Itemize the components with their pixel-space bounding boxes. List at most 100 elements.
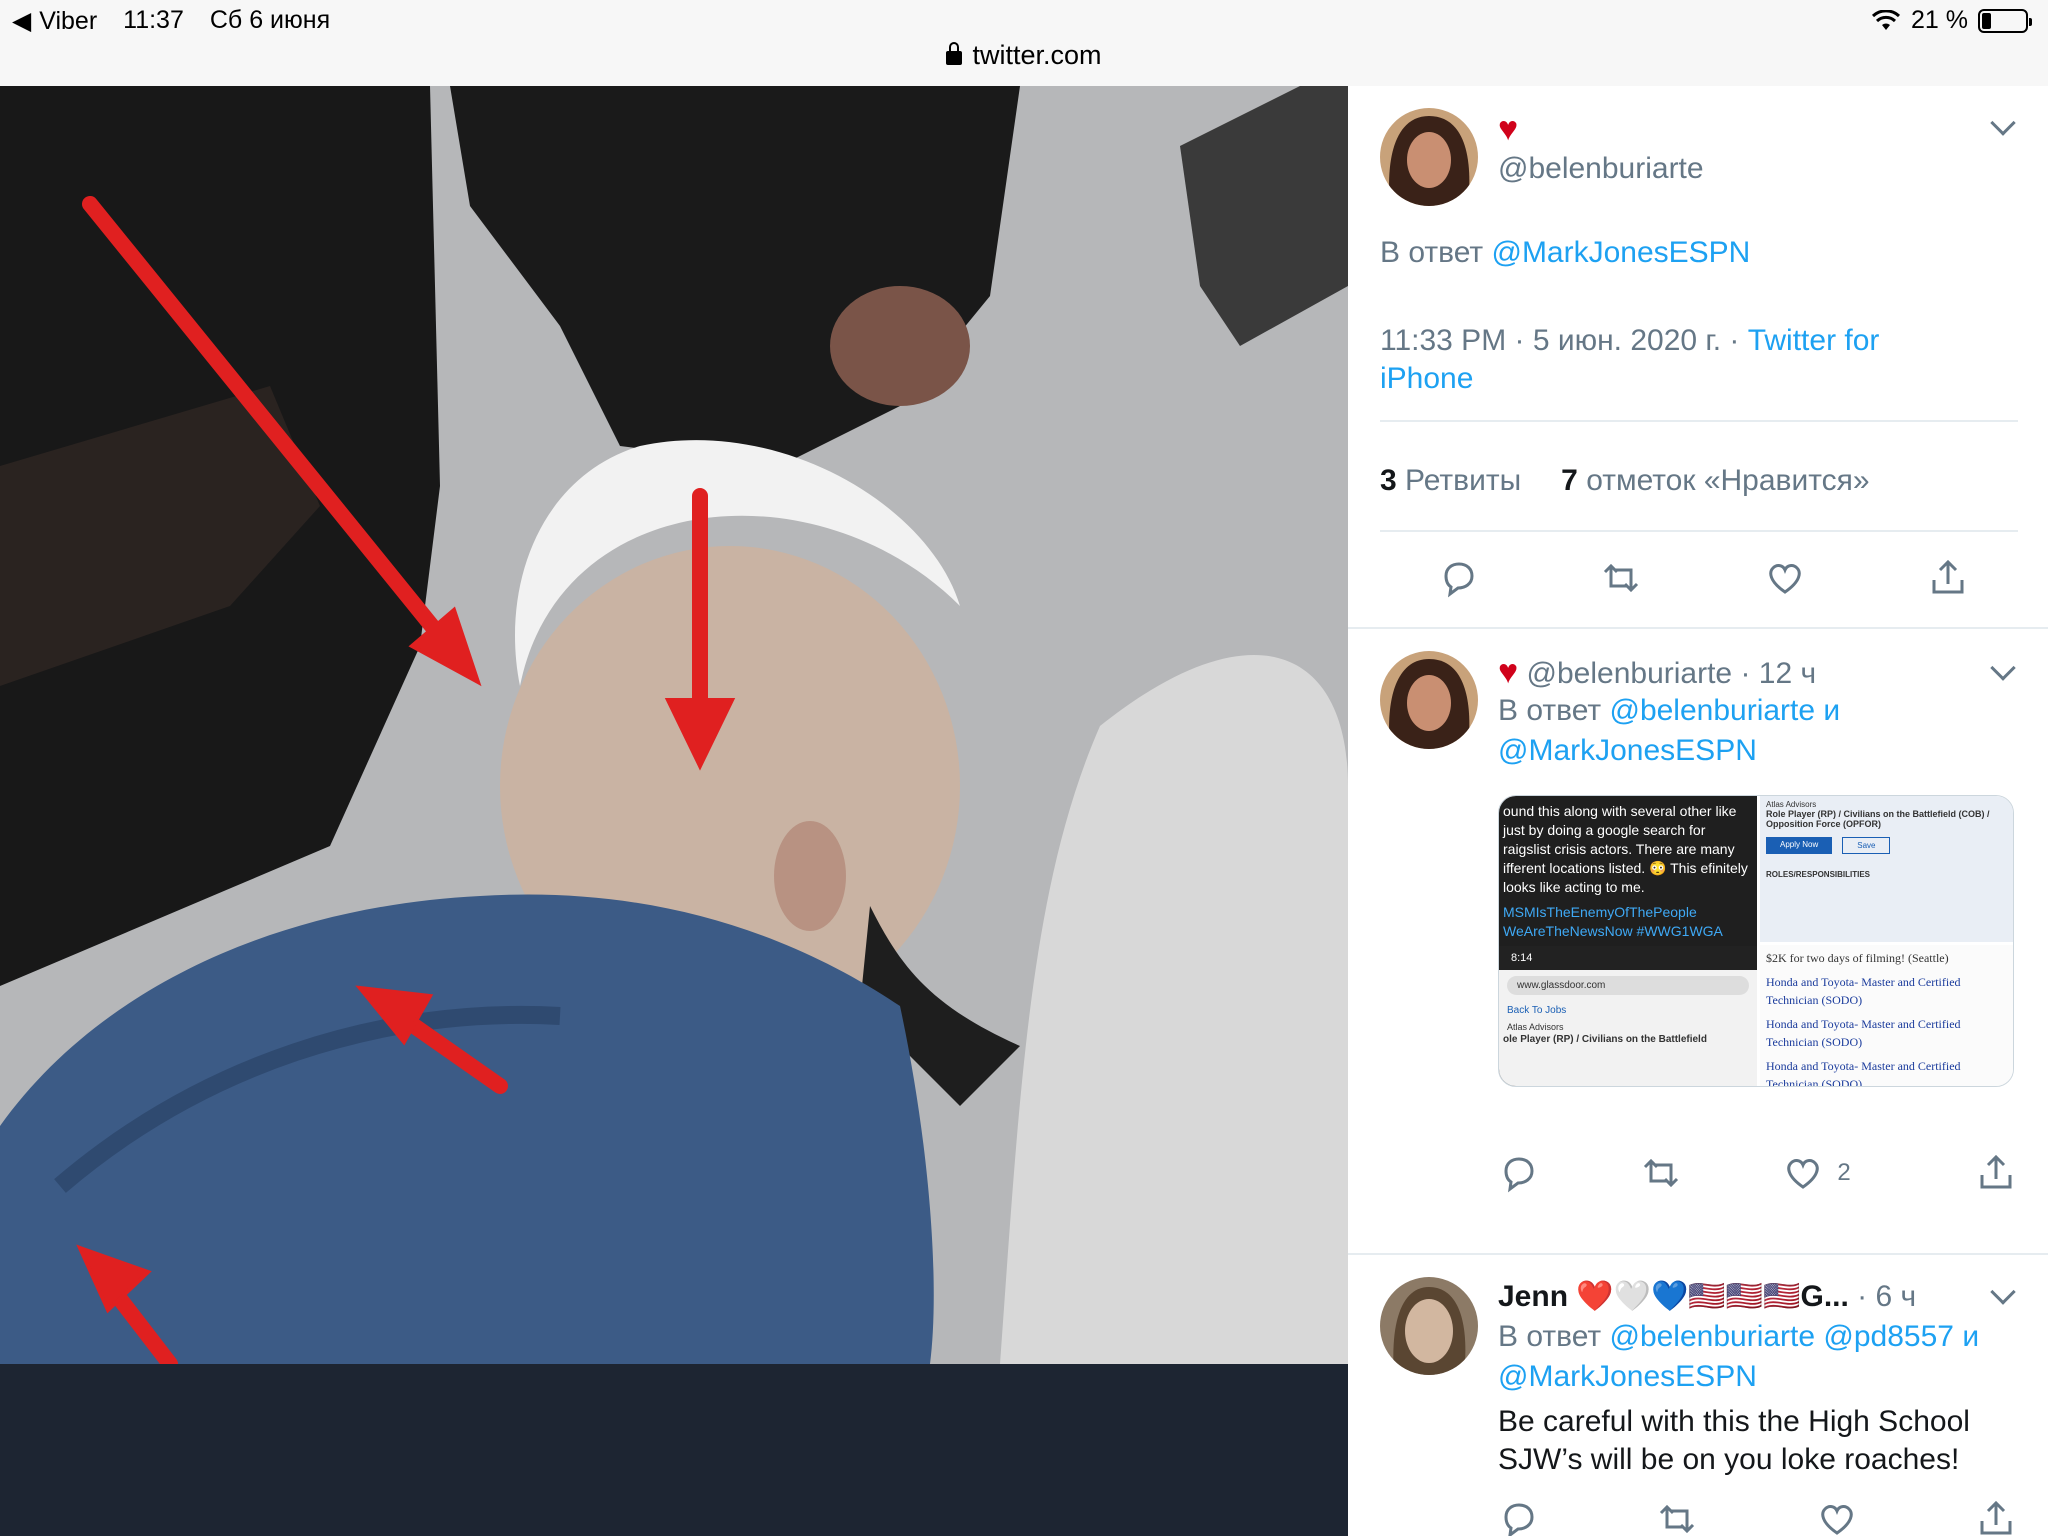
reply-header: Jenn ❤️🤍💙🇺🇸🇺🇸🇺🇸G... · 6 ч	[1498, 1279, 1916, 1314]
reply-to-link[interactable]: @MarkJonesESPN	[1498, 1360, 1757, 1393]
main-tweet: ♥ @belenburiarte В ответ @MarkJonesESPN …	[1348, 86, 2048, 629]
reply-icon	[1444, 562, 1474, 598]
like-count: 2	[1837, 1159, 1851, 1186]
reply-to-link[interactable]: @belenburiarte	[1609, 694, 1815, 727]
tweet-stats: 3 Ретвиты 7 отметок «Нравится»	[1380, 464, 1870, 498]
reply-tweet[interactable]: ♥ @belenburiarte · 12 ч В ответ @belenbu…	[1348, 629, 2048, 1255]
reply-header: ♥ @belenburiarte · 12 ч	[1498, 653, 1816, 692]
phone-time: 8:14	[1499, 946, 1757, 970]
author-handle[interactable]: @belenburiarte	[1498, 152, 1704, 186]
avatar[interactable]	[1380, 1277, 1478, 1375]
share-icon	[1980, 1500, 2012, 1535]
reply-to-link[interactable]: @belenburiarte	[1609, 1320, 1815, 1353]
heart-emoji: ♥	[1498, 653, 1519, 691]
media-caption: ound this along with several other like …	[1503, 803, 1748, 895]
apply-button: Apply Now	[1766, 837, 1833, 854]
reply-prefix: В ответ	[1498, 694, 1602, 727]
like-button[interactable]: 2	[1783, 1153, 1873, 1193]
back-to-app-button[interactable]: ◀ Viber	[12, 6, 97, 36]
status-time: 11:37	[123, 6, 184, 34]
tweet-timestamp: 11:33 PM · 5 июн. 2020 г. · Twitter for …	[1380, 322, 1980, 398]
battery-icon	[1978, 8, 2032, 33]
address-bar[interactable]: twitter.com	[0, 40, 2048, 71]
reply-button[interactable]	[1498, 1153, 1538, 1193]
share-button[interactable]	[1976, 1153, 2016, 1193]
lock-icon	[946, 42, 963, 65]
display-name-emoji: ❤️🤍💙🇺🇸🇺🇸🇺🇸G...	[1576, 1280, 1849, 1313]
reply-to-link[interactable]: @pd8557	[1823, 1320, 1954, 1353]
reply-context: В ответ @belenburiarte @pd8557 и @MarkJo…	[1498, 1317, 2018, 1397]
tweet-actions	[1498, 1499, 2016, 1536]
status-date: Сб 6 июня	[209, 6, 331, 34]
reply-display-name[interactable]: Jenn	[1498, 1280, 1568, 1313]
url-text: twitter.com	[972, 40, 1102, 70]
reply-context: В ответ @MarkJonesESPN	[1380, 236, 1750, 270]
retweet-button[interactable]	[1601, 558, 1641, 598]
reply-and: и	[1962, 1320, 1980, 1353]
phone-url: www.glassdoor.com	[1507, 976, 1749, 995]
retweet-icon	[1660, 1504, 1695, 1534]
retweet-icon	[1643, 1158, 1678, 1188]
avatar[interactable]	[1380, 651, 1478, 749]
reply-button[interactable]	[1498, 1499, 1538, 1536]
retweet-button[interactable]	[1657, 1499, 1697, 1536]
list-item: Honda and Toyota- Master and Certified T…	[1766, 975, 1961, 1007]
tweet-media-grid[interactable]: ound this along with several other like …	[1498, 795, 2014, 1087]
media-thumb[interactable]: ound this along with several other like …	[1499, 796, 1757, 1086]
likes-label: отметок «Нравится»	[1586, 464, 1870, 497]
retweet-button[interactable]	[1641, 1153, 1681, 1193]
chevron-down-icon[interactable]	[1990, 110, 2016, 136]
heart-emoji: ♥	[1498, 110, 1519, 148]
retweets-label: Ретвиты	[1405, 464, 1522, 497]
reply-to-link[interactable]: @MarkJonesESPN	[1491, 236, 1750, 269]
status-bar: ◀ Viber 11:37 Сб 6 июня 21 % twitter.com	[0, 0, 2048, 86]
share-icon	[1932, 559, 1964, 594]
company-name: Atlas Advisors	[1766, 800, 1817, 809]
list-item: Honda and Toyota- Master and Certified T…	[1766, 1059, 1961, 1087]
media-thumb[interactable]: $2K for two days of filming! (Seattle) H…	[1760, 945, 2013, 1087]
save-button: Save	[1842, 837, 1891, 854]
tweet-conversation-panel: ♥ @belenburiarte В ответ @MarkJonesESPN …	[1348, 86, 2048, 1536]
share-button[interactable]	[1976, 1499, 2016, 1536]
list-header: $2K for two days of filming! (Seattle)	[1766, 951, 1949, 965]
media-tags: MSMIsTheEnemyOfThePeople WeAreTheNewsNow…	[1503, 904, 1723, 939]
back-to-jobs: Back To Jobs	[1507, 1005, 1567, 1016]
reply-time: · 12 ч	[1732, 657, 1817, 690]
reply-text: Be careful with this the High School SJW…	[1498, 1405, 1970, 1476]
reply-tweet[interactable]: Jenn ❤️🤍💙🇺🇸🇺🇸🇺🇸G... · 6 ч В ответ @belen…	[1348, 1255, 2048, 1536]
reply-and: и	[1823, 694, 1841, 727]
reply-icon	[1504, 1503, 1534, 1536]
heart-icon	[1820, 1505, 1853, 1535]
share-button[interactable]	[1928, 558, 1968, 598]
role-name: Role Player (RP) / Civilians on the Batt…	[1766, 809, 1990, 829]
role-name: ole Player (RP) / Civilians on the Battl…	[1503, 1034, 1707, 1045]
reply-handle[interactable]: @belenburiarte	[1527, 657, 1733, 690]
reply-time: · 6 ч	[1848, 1280, 1917, 1313]
divider	[1380, 420, 2018, 422]
reply-to-link[interactable]: @MarkJonesESPN	[1498, 734, 1757, 767]
tweet-photo[interactable]	[0, 86, 1348, 1364]
heart-icon	[1768, 564, 1801, 594]
back-triangle-icon: ◀	[12, 7, 32, 35]
likes-stat[interactable]: 7 отметок «Нравится»	[1561, 464, 1869, 498]
roles-heading: ROLES/RESPONSIBILITIES	[1766, 870, 1871, 879]
divider	[1380, 530, 2018, 532]
tweet-actions	[1438, 558, 1968, 598]
reply-button[interactable]	[1438, 558, 1478, 598]
likes-count: 7	[1561, 464, 1578, 497]
tweet-actions: 2	[1498, 1153, 2016, 1193]
avatar[interactable]	[1380, 108, 1478, 206]
back-app-label: Viber	[39, 6, 98, 35]
chevron-down-icon[interactable]	[1990, 655, 2016, 681]
reply-context: В ответ @belenburiarte и @MarkJonesESPN	[1498, 691, 1998, 771]
retweets-stat[interactable]: 3 Ретвиты	[1380, 464, 1521, 498]
media-thumb[interactable]: Atlas Advisors Role Player (RP) / Civili…	[1760, 796, 2013, 942]
chevron-down-icon[interactable]	[1990, 1279, 2016, 1305]
company-name: Atlas Advisors	[1507, 1022, 1564, 1032]
phone-screenshot: 8:14 www.glassdoor.com Back To Jobs Atla…	[1499, 946, 1757, 1086]
retweet-icon	[1604, 563, 1639, 593]
wifi-icon	[1871, 9, 1901, 30]
like-button[interactable]	[1765, 558, 1805, 598]
like-button[interactable]	[1817, 1499, 1857, 1536]
heart-icon	[1787, 1159, 1819, 1189]
